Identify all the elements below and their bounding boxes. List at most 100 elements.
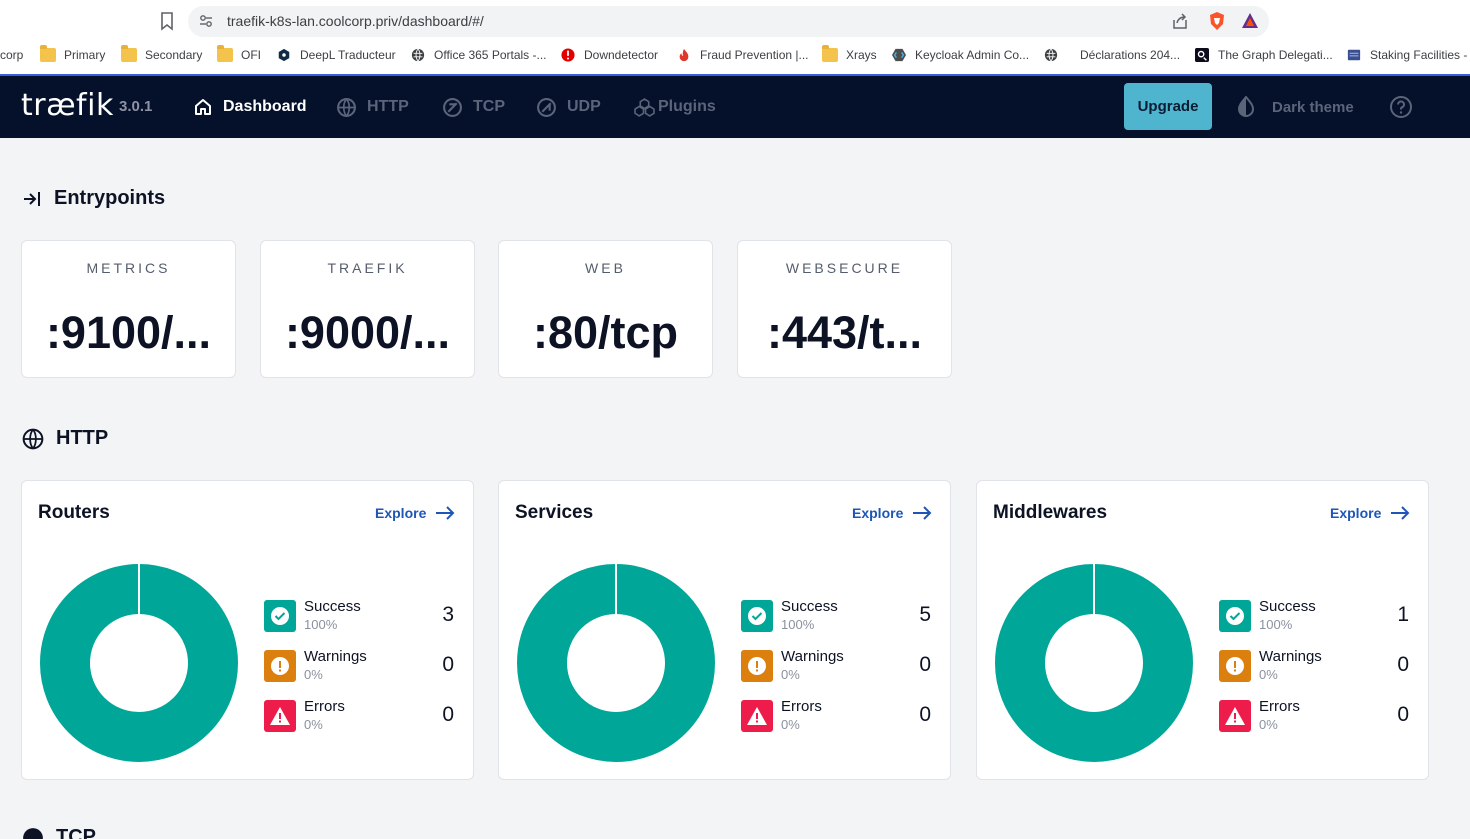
arrow-right-icon [913,506,932,520]
success-badge [741,600,773,632]
globe-icon [1044,48,1058,62]
alert-triangle-icon [270,707,290,725]
bookmark-label: Secondary [145,48,203,62]
success-badge [264,600,296,632]
bookmark-label: OFI [241,48,261,62]
graph-icon [1195,48,1209,62]
explore-label: Explore [1330,505,1382,521]
folder-icon [822,45,838,62]
warnings-stat: Warnings 0% 0 [741,648,931,688]
check-circle-icon [1226,607,1244,625]
version-label: 3.0.1 [119,98,153,115]
share-icon[interactable] [1171,12,1189,30]
warnings-percent: 0% [1259,667,1278,682]
bookmark-icon[interactable] [158,11,176,31]
bookmark-keycloak[interactable]: Keycloak Admin Co... [891,43,1029,67]
bookmark-corp[interactable]: corp [0,43,23,67]
warnings-count: 0 [1397,653,1409,676]
bookmark-ofi[interactable]: OFI [217,43,261,67]
nav-http[interactable]: HTTP [336,95,409,119]
success-count: 1 [1397,603,1409,626]
downdetector-icon [561,48,575,62]
bookmark-xrays[interactable]: Xrays [822,43,877,67]
services-card: Services Explore Success 100% 5 Warnings… [498,480,951,780]
bookmarks-bar: corp Primary Secondary OFI DeepL Traduct… [0,43,1470,67]
card-title: Routers [38,502,110,523]
success-percent: 100% [1259,617,1293,632]
errors-label: Errors [781,698,822,715]
brave-shield-icon[interactable] [1208,11,1226,31]
explore-link[interactable]: Explore [1330,505,1410,521]
bookmark-secondary[interactable]: Secondary [121,43,202,67]
folder-icon [121,45,137,62]
warnings-percent: 0% [781,667,800,682]
entrypoint-name: TRAEFIK [327,260,408,276]
entrypoint-card-traefik: TRAEFIK :9000/... [260,240,475,378]
http-heading: HTTP [22,427,108,450]
tcp-heading: TCP [22,826,96,839]
globe-icon [22,428,44,449]
nav-udp[interactable]: UDP [536,95,601,119]
bookmark-office365[interactable]: Office 365 Portals -... [410,43,547,67]
site-settings-icon[interactable] [198,13,214,29]
card-title: Services [515,502,594,523]
status-donut-chart [995,564,1193,762]
nav-tcp-label: TCP [473,98,505,115]
brave-rewards-icon[interactable] [1241,12,1259,30]
errors-badge [1219,700,1251,732]
browser-toolbar: traefik-k8s-lan.coolcorp.priv/dashboard/… [0,0,1470,74]
entrypoint-address: :443/t... [766,307,923,358]
entrypoint-name: WEBSECURE [785,260,904,276]
bookmark-fraud-prevention[interactable]: Fraud Prevention |... [676,43,809,67]
warnings-stat: Warnings 0% 0 [1219,648,1409,688]
url-text[interactable]: traefik-k8s-lan.coolcorp.priv/dashboard/… [227,13,484,29]
bookmark-downdetector[interactable]: Downdetector [560,43,658,67]
success-label: Success [781,598,838,615]
tcp-title: TCP [56,826,96,839]
nav-plugins-label: Plugins [658,98,716,115]
entrypoint-address: :9100/... [45,307,212,358]
bookmark-declarations[interactable]: Déclarations 204... [1080,43,1180,67]
stack-icon [1347,49,1361,61]
traefik-logo[interactable]: træfik [21,88,114,123]
udp-icon [537,97,556,117]
bookmark-the-graph[interactable]: The Graph Delegati... [1194,43,1333,67]
routers-card: Routers Explore Success 100% 3 Warnings … [21,480,474,780]
warnings-label: Warnings [781,648,844,665]
warnings-label: Warnings [304,648,367,665]
upgrade-button[interactable]: Upgrade [1124,83,1212,130]
explore-link[interactable]: Explore [852,505,932,521]
nav-plugins[interactable]: Plugins [634,95,716,119]
warnings-percent: 0% [304,667,323,682]
warnings-count: 0 [442,653,454,676]
dark-theme-toggle[interactable]: Dark theme [1236,95,1354,119]
success-count: 5 [919,603,931,626]
entrypoint-address: :80/tcp [532,307,679,358]
explore-link[interactable]: Explore [375,505,455,521]
entrypoints-heading: Entrypoints [22,187,165,210]
plugins-icon [634,97,655,117]
entrypoint-name: WEB [585,260,626,276]
errors-badge [264,700,296,732]
nav-dashboard[interactable]: Dashboard [193,95,307,119]
folder-icon [217,45,233,62]
entrypoint-card-websecure: WEBSECURE :443/t... [737,240,952,378]
bookmark-deepl[interactable]: DeepL Traducteur [276,43,396,67]
success-stat: Success 100% 3 [264,598,454,638]
home-icon [195,99,211,115]
tcp-icon [23,827,43,839]
bookmark-primary[interactable]: Primary [40,43,105,67]
folder-icon [40,45,56,62]
errors-percent: 0% [781,717,800,732]
bookmark-staking-facilities[interactable]: Staking Facilities - c [1346,43,1470,67]
errors-count: 0 [442,703,454,726]
status-donut-chart [40,564,238,762]
bookmark-label: corp [0,48,24,62]
nav-tcp[interactable]: TCP [442,95,505,119]
warnings-label: Warnings [1259,648,1322,665]
help-icon[interactable] [1389,95,1413,119]
bookmark-label: Keycloak Admin Co... [915,48,1030,62]
entrypoint-card-web: WEB :80/tcp [498,240,713,378]
bookmark-globe[interactable] [1043,43,1067,67]
address-bar[interactable]: traefik-k8s-lan.coolcorp.priv/dashboard/… [188,6,1269,37]
